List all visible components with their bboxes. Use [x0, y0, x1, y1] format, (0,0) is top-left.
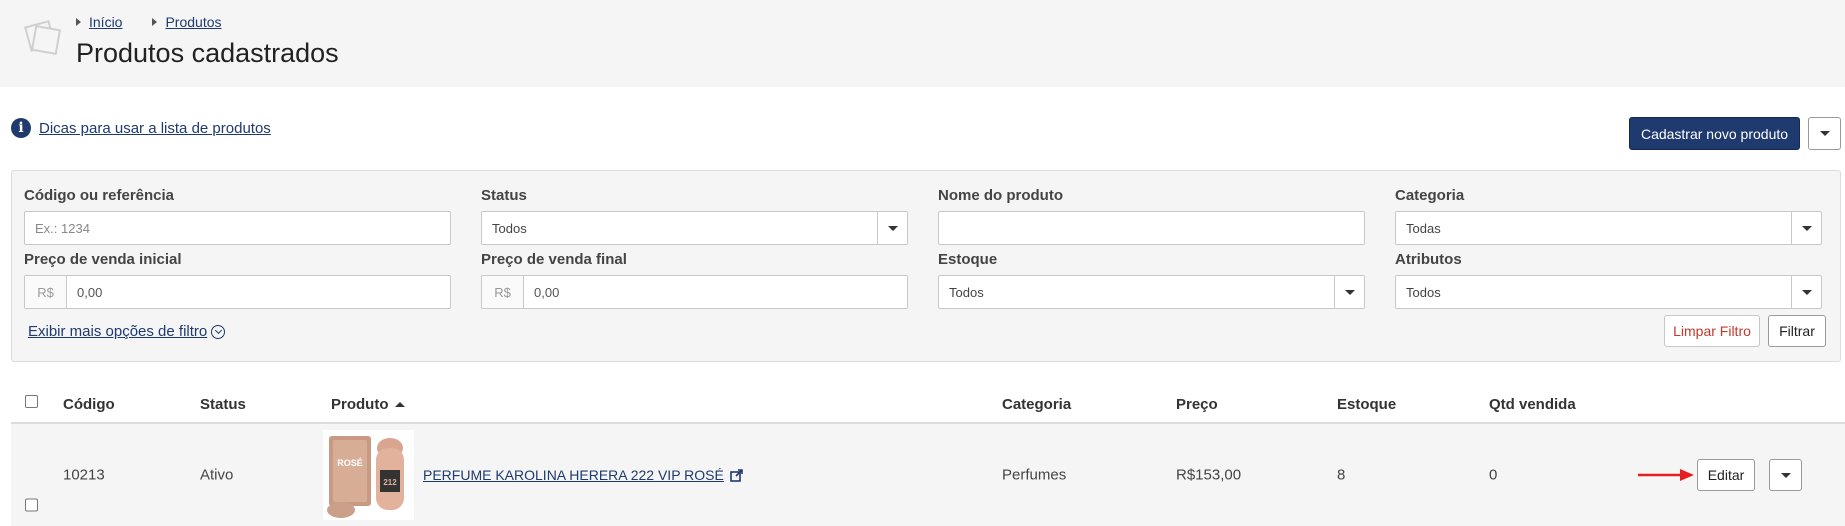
filter-estoque: Estoque Todos — [938, 251, 1365, 309]
row-qtd-vendida: 0 — [1489, 466, 1498, 484]
filter-nome: Nome do produto — [938, 187, 1365, 245]
caret-right-icon — [152, 18, 158, 26]
row-codigo: 10213 — [63, 466, 105, 484]
row-estoque: 8 — [1337, 466, 1346, 484]
product-thumbnail[interactable]: ROSÉ 212 — [323, 430, 414, 520]
breadcrumb-item-produtos: Produtos — [152, 14, 222, 30]
breadcrumb-link-inicio[interactable]: Início — [89, 14, 122, 30]
apply-filter-button[interactable]: Filtrar — [1768, 315, 1826, 347]
preco-final-value: 0,00 — [534, 284, 560, 300]
edit-product-button[interactable]: Editar — [1697, 459, 1755, 491]
info-icon: i — [11, 118, 31, 138]
tips-link[interactable]: Dicas para usar a lista de produtos — [39, 120, 271, 137]
filter-atributos: Atributos Todos — [1395, 251, 1822, 309]
atributos-select-toggle[interactable] — [1791, 276, 1821, 308]
col-categoria[interactable]: Categoria — [1002, 396, 1071, 413]
row-checkbox[interactable] — [25, 498, 38, 512]
row-categoria: Perfumes — [1002, 466, 1067, 484]
filter-nome-label: Nome do produto — [938, 187, 1063, 204]
filter-preco-final-label: Preço de venda final — [481, 251, 627, 268]
table-header: Código Status Produto Categoria Preço Es… — [11, 388, 1845, 424]
select-all-checkbox[interactable] — [25, 395, 38, 408]
products-table: Código Status Produto Categoria Preço Es… — [11, 388, 1845, 526]
chevron-down-icon — [1819, 131, 1830, 136]
edit-product-dropdown-button[interactable] — [1769, 459, 1802, 491]
status-select-toggle[interactable] — [877, 212, 907, 244]
product-name-link[interactable]: PERFUME KAROLINA HERERA 222 VIP ROSÉ — [423, 467, 724, 483]
breadcrumb: Início Produtos — [76, 14, 222, 30]
red-arrow-annotation-icon — [1638, 469, 1694, 481]
preco-final-input[interactable]: R$ 0,00 — [481, 275, 908, 309]
currency-prefix: R$ — [25, 276, 67, 308]
filter-panel: Código ou referência Ex.: 1234 Status To… — [11, 170, 1841, 362]
page-header: Início Produtos Produtos cadastrados — [0, 0, 1845, 87]
atributos-select[interactable]: Todos — [1395, 275, 1822, 309]
col-qtd-vendida[interactable]: Qtd vendida — [1489, 396, 1576, 413]
breadcrumb-link-produtos[interactable]: Produtos — [165, 14, 221, 30]
more-filters-link[interactable]: Exibir mais opções de filtro — [28, 323, 207, 340]
filter-categoria-label: Categoria — [1395, 187, 1465, 204]
page-title: Produtos cadastrados — [76, 38, 339, 68]
chevron-down-icon — [1801, 289, 1812, 295]
filter-preco-final: Preço de venda final R$ 0,00 — [481, 251, 908, 309]
filter-atributos-label: Atributos — [1395, 251, 1462, 268]
filter-status: Status Todos — [481, 187, 908, 245]
chevron-down-icon — [887, 225, 898, 231]
codigo-input[interactable]: Ex.: 1234 — [24, 211, 451, 245]
col-preco[interactable]: Preço — [1176, 396, 1218, 413]
filter-preco-inicial: Preço de venda inicial R$ 0,00 — [24, 251, 451, 309]
categoria-select-toggle[interactable] — [1791, 212, 1821, 244]
clear-filter-button[interactable]: Limpar Filtro — [1664, 315, 1760, 347]
products-logo-icon — [24, 20, 62, 56]
chevron-down-icon — [1801, 225, 1812, 231]
categoria-select[interactable]: Todas — [1395, 211, 1822, 245]
atributos-select-value: Todos — [1406, 284, 1441, 300]
col-codigo[interactable]: Código — [63, 396, 115, 413]
new-product-button[interactable]: Cadastrar novo produto — [1629, 117, 1800, 150]
estoque-select-value: Todos — [949, 284, 984, 300]
more-filters-toggle[interactable]: Exibir mais opções de filtro — [28, 323, 226, 340]
caret-right-icon — [76, 18, 81, 26]
preco-inicial-input[interactable]: R$ 0,00 — [24, 275, 451, 309]
breadcrumb-item-inicio: Início — [76, 14, 122, 30]
chevron-down-circle-icon — [211, 324, 226, 339]
col-status[interactable]: Status — [200, 396, 246, 413]
filter-preco-inicial-label: Preço de venda inicial — [24, 251, 182, 268]
filter-status-label: Status — [481, 187, 527, 204]
product-name-cell: PERFUME KAROLINA HERERA 222 VIP ROSÉ — [423, 467, 743, 483]
external-link-icon[interactable] — [730, 468, 743, 482]
filter-codigo-label: Código ou referência — [24, 187, 175, 204]
chevron-down-icon — [1344, 289, 1355, 295]
thumbnail-brand-text: ROSÉ — [337, 458, 363, 468]
chevron-down-icon — [1780, 472, 1791, 478]
status-select[interactable]: Todos — [481, 211, 908, 245]
thumbnail-model-text: 212 — [383, 478, 397, 487]
filter-estoque-label: Estoque — [938, 251, 998, 268]
status-select-value: Todos — [492, 220, 527, 236]
nome-input[interactable] — [938, 211, 1365, 245]
preco-inicial-value: 0,00 — [77, 284, 103, 300]
tips-row: i Dicas para usar a lista de produtos — [11, 118, 271, 138]
filter-codigo: Código ou referência Ex.: 1234 — [24, 187, 451, 245]
row-preco: R$153,00 — [1176, 466, 1242, 484]
col-estoque[interactable]: Estoque — [1337, 396, 1396, 413]
currency-prefix: R$ — [482, 276, 524, 308]
table-row: 10213 Ativo ROSÉ 212 PERFUME KAROLINA HE… — [11, 424, 1845, 526]
col-produto-label: Produto — [331, 396, 389, 413]
estoque-select[interactable]: Todos — [938, 275, 1365, 309]
row-status: Ativo — [200, 466, 234, 484]
categoria-select-value: Todas — [1406, 220, 1441, 236]
col-produto[interactable]: Produto — [331, 396, 405, 413]
estoque-select-toggle[interactable] — [1334, 276, 1364, 308]
new-product-dropdown-button[interactable] — [1808, 117, 1841, 150]
sort-ascending-icon — [394, 402, 405, 407]
filter-categoria: Categoria Todas — [1395, 187, 1822, 245]
